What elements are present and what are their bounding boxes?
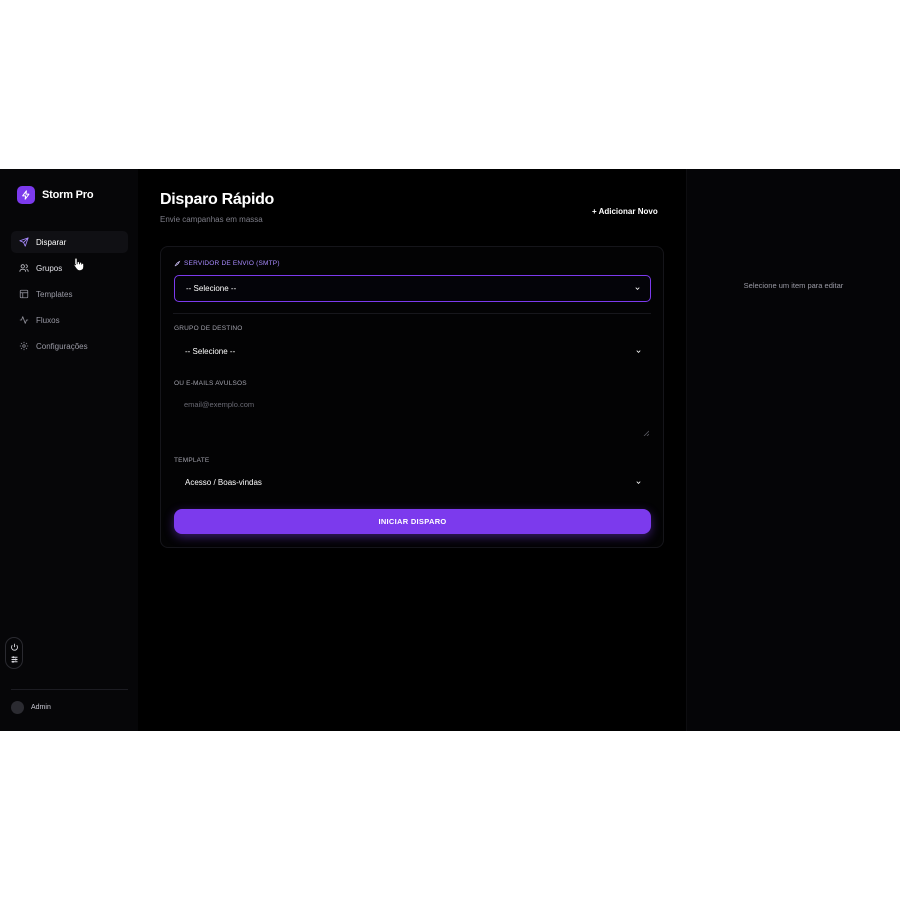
group-label: GRUPO DE DESTINO: [174, 325, 243, 332]
start-dispatch-button[interactable]: INICIAR DISPARO: [174, 509, 651, 534]
template-select-value: Acesso / Boas-vindas: [185, 478, 262, 487]
chevron-down-icon: [636, 481, 641, 484]
empty-state-hint: Selecione um item para editar: [743, 281, 844, 290]
sidebar-item-label: Disparar: [36, 237, 67, 247]
users-icon: [19, 264, 29, 272]
group-select-value: -- Selecione --: [185, 347, 236, 356]
emails-textarea[interactable]: email@exemplo.com: [174, 392, 651, 438]
sidebar-item-configuracoes[interactable]: Configurações: [11, 335, 128, 357]
sidebar-item-label: Grupos: [36, 263, 63, 273]
sidebar-divider: [11, 689, 128, 690]
resize-handle-icon[interactable]: [643, 430, 649, 436]
group-select[interactable]: -- Selecione --: [174, 338, 651, 365]
brand-name: Storm Pro: [42, 189, 94, 201]
lightning-icon: [17, 186, 35, 204]
smtp-label: SERVIDOR DE ENVIO (SMTP): [174, 260, 280, 267]
sidebar-item-disparar[interactable]: Disparar: [11, 231, 128, 253]
rocket-icon: [174, 260, 181, 267]
gear-icon: [19, 341, 29, 351]
sliders-icon[interactable]: [10, 655, 19, 664]
smtp-select-value: -- Selecione --: [186, 284, 237, 293]
layout-icon: [19, 289, 29, 299]
sidebar-item-label: Fluxos: [36, 315, 60, 325]
activity-icon: [19, 316, 29, 324]
user-profile[interactable]: Admin: [11, 701, 51, 714]
page-subtitle: Envie campanhas em massa: [160, 215, 263, 224]
emails-placeholder: email@exemplo.com: [184, 400, 255, 409]
brand[interactable]: Storm Pro: [17, 186, 94, 204]
add-new-button[interactable]: + Adicionar Novo: [592, 207, 658, 216]
sidebar-item-templates[interactable]: Templates: [11, 283, 128, 305]
side-tools: [5, 637, 23, 669]
sidebar-item-fluxos[interactable]: Fluxos: [11, 309, 128, 331]
chevron-down-icon: [635, 287, 640, 290]
hand-cursor-icon: [73, 257, 84, 271]
emails-label: OU E-MAILS AVULSOS: [174, 380, 247, 387]
smtp-select[interactable]: -- Selecione --: [174, 275, 651, 302]
page-title: Disparo Rápido: [160, 191, 275, 208]
sidebar: Storm Pro Disparar Grupos Templates Flux…: [0, 169, 138, 731]
section-divider: [173, 313, 651, 314]
user-name: Admin: [31, 704, 51, 711]
editor-panel: Selecione um item para editar: [686, 169, 900, 731]
sidebar-item-grupos[interactable]: Grupos: [11, 257, 128, 279]
sidebar-item-label: Templates: [36, 289, 73, 299]
sidebar-item-label: Configurações: [36, 341, 88, 351]
send-icon: [19, 237, 29, 247]
avatar: [11, 701, 24, 714]
smtp-label-text: SERVIDOR DE ENVIO (SMTP): [184, 260, 280, 267]
power-icon[interactable]: [10, 643, 19, 652]
dispatch-form-card: SERVIDOR DE ENVIO (SMTP) -- Selecione --…: [160, 246, 664, 548]
sidebar-nav: Disparar Grupos Templates Fluxos Configu…: [11, 231, 128, 361]
template-label: TEMPLATE: [174, 457, 210, 464]
template-select[interactable]: Acesso / Boas-vindas: [174, 469, 651, 496]
app-window: Storm Pro Disparar Grupos Templates Flux…: [0, 169, 900, 731]
main-content: Disparo Rápido Envie campanhas em massa …: [138, 169, 686, 731]
chevron-down-icon: [636, 350, 641, 353]
